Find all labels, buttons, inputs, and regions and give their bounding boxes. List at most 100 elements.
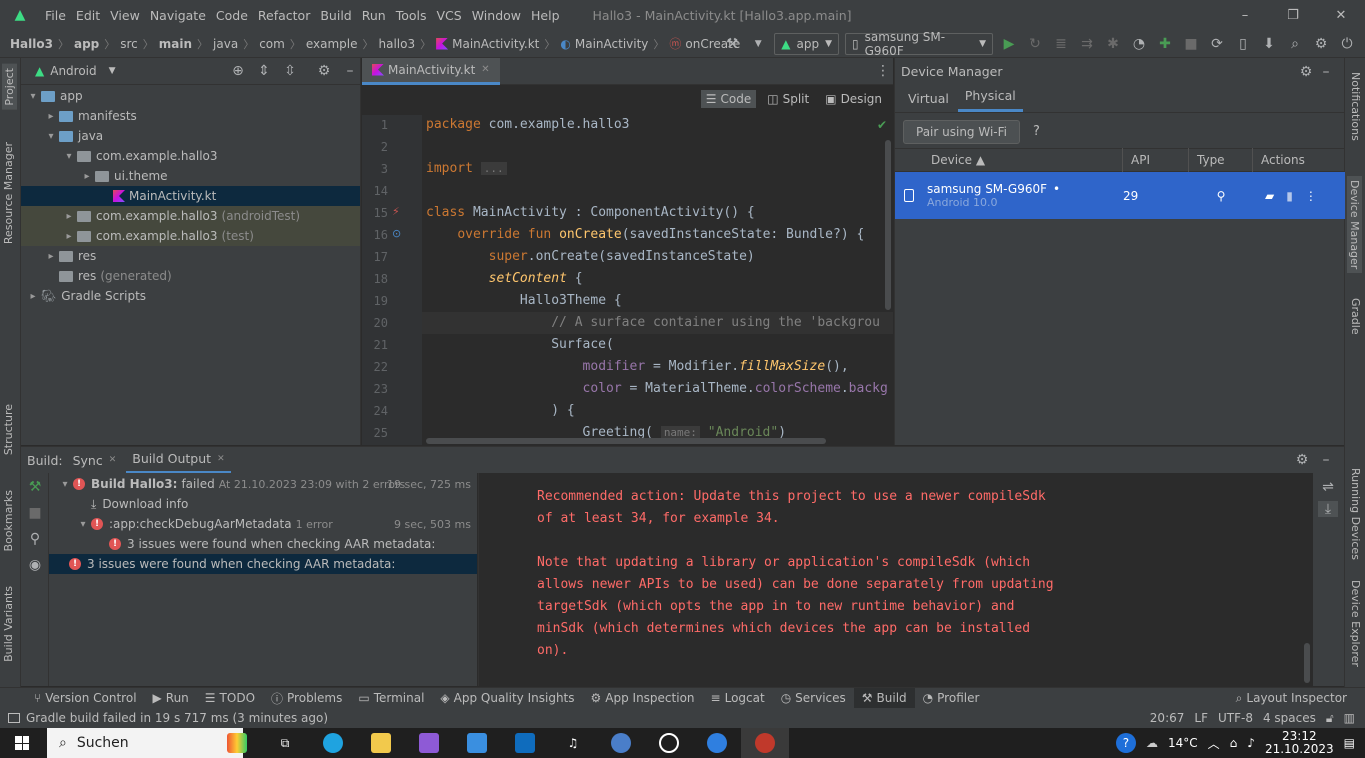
volume-icon[interactable]: ♪ — [1247, 736, 1255, 750]
run-config-select[interactable]: ▲ app ▼ — [774, 33, 839, 55]
tree-item[interactable]: ▸ ui.theme — [21, 166, 360, 186]
attach-debugger-icon[interactable]: ✚ — [1155, 36, 1175, 52]
menu-item-file[interactable]: File — [40, 8, 71, 23]
movavi-icon[interactable]: ♫ — [549, 728, 597, 758]
chevron-down-icon[interactable]: ▼ — [109, 66, 116, 76]
expand-arrow-icon[interactable]: ▾ — [75, 519, 91, 530]
column-api[interactable]: API — [1123, 148, 1189, 172]
menu-item-build[interactable]: Build — [315, 8, 356, 23]
column-type[interactable]: Type — [1189, 148, 1253, 172]
edge-icon[interactable] — [309, 728, 357, 758]
tab-device-explorer[interactable]: Device Explorer — [1349, 580, 1362, 667]
tool-terminal[interactable]: ▭ Terminal — [350, 688, 432, 709]
help-icon[interactable]: ? — [1115, 733, 1136, 753]
output-scrollbar[interactable] — [1304, 643, 1310, 683]
gear-icon[interactable]: ⚙ — [314, 63, 334, 79]
maximize-icon[interactable]: ❐ — [1269, 8, 1317, 23]
tab-structure[interactable]: Structure — [2, 404, 15, 455]
tool-problems[interactable]: ⓘ Problems — [263, 688, 350, 709]
indent-setting[interactable]: 4 spaces — [1263, 711, 1316, 725]
breadcrumb-item[interactable]: app — [74, 37, 99, 51]
tree-item[interactable]: ▸ manifests — [21, 106, 360, 126]
memory-icon[interactable]: ▥ — [1344, 711, 1355, 725]
visual-studio-icon[interactable] — [405, 728, 453, 758]
line-separator[interactable]: LF — [1194, 711, 1208, 725]
explorer-icon[interactable] — [357, 728, 405, 758]
menu-item-run[interactable]: Run — [357, 8, 391, 23]
tool-layout-inspector[interactable]: ⌕ Layout Inspector — [1228, 688, 1355, 709]
tree-item[interactable]: MainActivity.kt — [21, 186, 360, 206]
close-icon[interactable]: ✕ — [1317, 8, 1365, 23]
more-icon[interactable]: ⋮ — [1305, 189, 1317, 203]
override-gutter-icon[interactable]: ⊙ — [392, 227, 401, 240]
stop-icon[interactable]: ■ — [1181, 36, 1201, 52]
gear-icon[interactable]: ⚙ — [1292, 452, 1312, 468]
device-row[interactable]: samsung SM-G960F • Android 10.0 29 ⚲ ▰ ▮ … — [895, 172, 1345, 219]
locate-icon[interactable]: ⊕ — [228, 63, 248, 79]
menu-item-code[interactable]: Code — [211, 8, 253, 23]
expand-all-icon[interactable]: ⇕ — [254, 63, 274, 79]
more-icon[interactable]: ⋮ — [873, 63, 893, 79]
tab-mainactivity[interactable]: MainActivity.kt ✕ — [362, 57, 500, 85]
vertical-scrollbar[interactable] — [885, 140, 891, 310]
tool-services[interactable]: ◷ Services — [773, 688, 854, 709]
expand-arrow-icon[interactable]: ▾ — [61, 151, 77, 162]
apply-changes-icon[interactable]: ≣ — [1051, 36, 1071, 52]
breadcrumb-item[interactable]: hallo3 — [379, 37, 416, 51]
pin-icon[interactable]: ⚲ — [25, 531, 45, 547]
expand-arrow-icon[interactable]: ▸ — [25, 291, 41, 302]
expand-arrow-icon[interactable]: ▾ — [43, 131, 59, 142]
soft-wrap-icon[interactable]: ⇌ — [1318, 479, 1338, 495]
close-icon[interactable]: ✕ — [217, 454, 225, 464]
gear-icon[interactable]: ⚙ — [1311, 36, 1331, 52]
build-tree-item[interactable]: ▾!:app:checkDebugAarMetadata 1 error 9 sec… — [49, 514, 477, 534]
close-icon[interactable]: ✕ — [109, 455, 117, 465]
folder-icon[interactable]: ▰ — [1265, 189, 1274, 203]
tab-build-variants[interactable]: Build Variants — [2, 586, 15, 662]
mode-code[interactable]: ☰ Code — [700, 90, 757, 108]
menu-item-navigate[interactable]: Navigate — [145, 8, 211, 23]
tree-item[interactable]: ▾ app — [21, 86, 360, 106]
mode-split[interactable]: ◫ Split — [762, 90, 814, 108]
tab-resource-manager[interactable]: Resource Manager — [2, 142, 15, 244]
expand-arrow-icon[interactable]: ▸ — [43, 111, 59, 122]
hide-icon[interactable]: – — [1316, 64, 1336, 80]
breadcrumb-item[interactable]: example — [306, 37, 358, 51]
expand-arrow-icon[interactable]: ▸ — [79, 171, 95, 182]
hammer-dropdown-icon[interactable]: ⚒ — [722, 36, 742, 52]
clock[interactable]: 23:12 21.10.2023 — [1265, 730, 1334, 756]
mode-design[interactable]: ▣ Design — [820, 90, 887, 108]
expand-arrow-icon[interactable]: ▸ — [61, 231, 77, 242]
menu-item-refactor[interactable]: Refactor — [253, 8, 315, 23]
outlook-icon[interactable] — [501, 728, 549, 758]
menu-item-vcs[interactable]: VCS — [432, 8, 467, 23]
task-view-icon[interactable]: ⧉ — [261, 728, 309, 758]
breadcrumb-item[interactable]: com — [259, 37, 285, 51]
menu-item-tools[interactable]: Tools — [391, 8, 432, 23]
lock-icon[interactable]: 🔓︎ — [1326, 711, 1334, 726]
hide-icon[interactable]: – — [340, 63, 360, 79]
status-toggle-icon[interactable] — [8, 713, 20, 723]
menu-item-view[interactable]: View — [105, 8, 145, 23]
a-app-icon[interactable] — [693, 728, 741, 758]
breadcrumb-item[interactable]: MainActivity.kt — [436, 37, 539, 51]
expand-arrow-icon[interactable]: ▸ — [61, 211, 77, 222]
horizontal-scrollbar[interactable] — [426, 438, 826, 444]
scroll-to-end-icon[interactable]: ⤓ — [1318, 501, 1338, 517]
hide-icon[interactable]: – — [1316, 452, 1336, 468]
android-studio-taskbar-icon[interactable] — [741, 728, 789, 758]
tree-item[interactable]: ▸ com.example.hallo3 (test) — [21, 226, 360, 246]
temperature[interactable]: 14°C — [1168, 736, 1198, 750]
help-icon[interactable]: ? — [1033, 124, 1040, 139]
menu-item-window[interactable]: Window — [467, 8, 526, 23]
tab-device-manager[interactable]: Device Manager — [1347, 176, 1362, 274]
tab-build-output[interactable]: Build Output ✕ — [126, 447, 231, 474]
tool-todo[interactable]: ☰ TODO — [197, 688, 263, 709]
tool-build[interactable]: ⚒ Build — [853, 687, 915, 709]
tab-bookmarks[interactable]: Bookmarks — [2, 490, 15, 551]
stop-icon[interactable]: ■ — [25, 505, 45, 521]
device-manager-icon[interactable]: ▯ — [1233, 36, 1253, 52]
tab-virtual[interactable]: Virtual — [901, 91, 956, 112]
pair-wifi-button[interactable]: Pair using Wi-Fi — [903, 120, 1020, 144]
tree-item[interactable]: ▸ com.example.hallo3 (androidTest) — [21, 206, 360, 226]
